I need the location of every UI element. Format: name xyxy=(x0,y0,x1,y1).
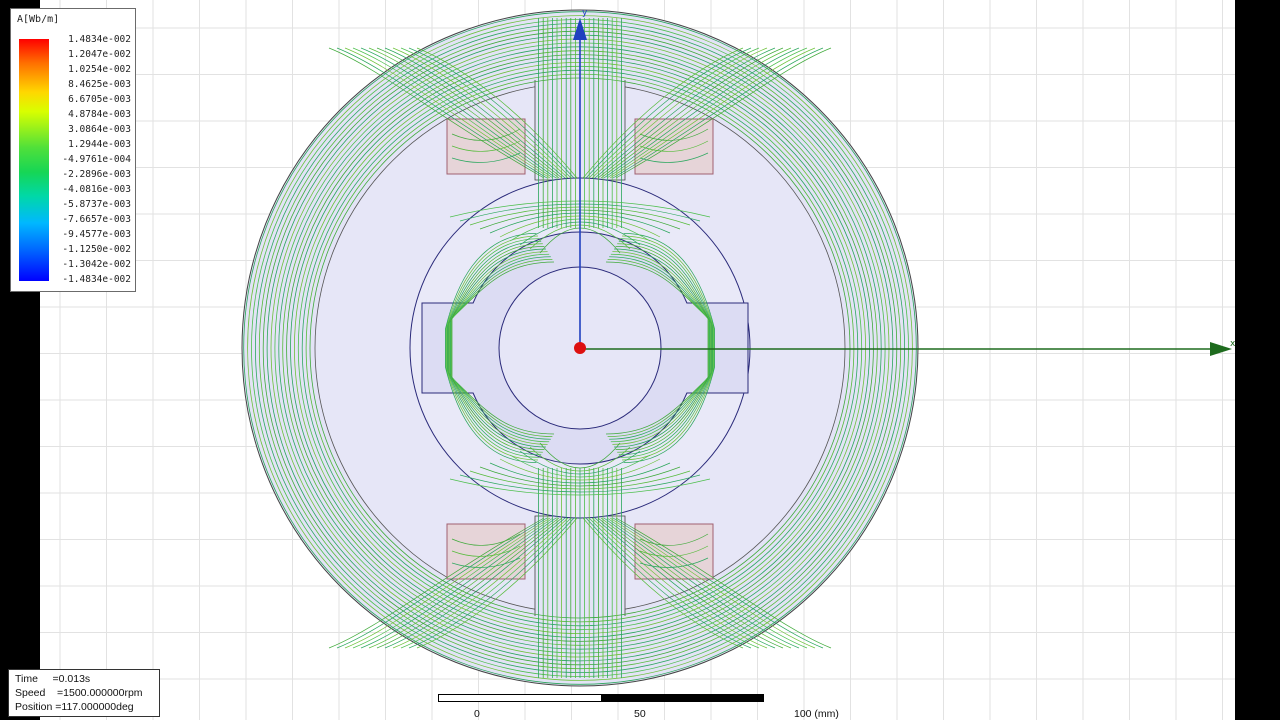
legend-value: -1.3042e-002 xyxy=(62,259,131,270)
status-box: Time =0.013s Speed =1500.000000rpm Posit… xyxy=(8,669,160,717)
coil xyxy=(634,523,714,580)
legend-value: 3.0864e-003 xyxy=(68,124,131,135)
scale-label-100: 100 (mm) xyxy=(794,708,839,720)
scale-label-50: 50 xyxy=(634,708,646,720)
legend-value: -4.9761e-004 xyxy=(62,154,131,165)
legend-value: 1.0254e-002 xyxy=(68,64,131,75)
legend-value: -1.1250e-002 xyxy=(62,244,131,255)
field-plot-viewport[interactable]: x y xyxy=(40,0,1235,720)
legend-value: -1.4834e-002 xyxy=(62,274,131,285)
status-position: Position =117.000000deg xyxy=(15,701,134,713)
scale-bar xyxy=(438,694,764,702)
status-time: Time =0.013s xyxy=(15,673,91,685)
legend-value: 4.8784e-003 xyxy=(68,109,131,120)
legend-value: 6.6705e-003 xyxy=(68,94,131,105)
scale-bar-black-segment xyxy=(601,694,764,702)
legend-value: -7.6657e-003 xyxy=(62,214,131,225)
scale-label-0: 0 xyxy=(474,708,480,720)
legend-value: -9.4577e-003 xyxy=(62,229,131,240)
legend-value: 1.4834e-002 xyxy=(68,34,131,45)
legend-value: 1.2944e-003 xyxy=(68,139,131,150)
coil xyxy=(446,523,526,580)
field-plot-canvas[interactable]: x y xyxy=(40,0,1235,720)
legend-value: -5.8737e-003 xyxy=(62,199,131,210)
legend-value: -2.2896e-003 xyxy=(62,169,131,180)
origin-marker xyxy=(574,342,586,354)
legend-value: -4.0816e-003 xyxy=(62,184,131,195)
legend-title: A[Wb/m] xyxy=(17,14,60,25)
y-axis-label: y xyxy=(582,8,588,18)
legend-color-bar xyxy=(19,39,49,281)
color-legend: A[Wb/m] 1.4834e-002 1.2047e-002 1.0254e-00… xyxy=(10,8,136,292)
scale-bar-white-segment xyxy=(438,694,602,702)
x-axis-label: x xyxy=(1230,339,1235,349)
legend-value: 8.4625e-003 xyxy=(68,79,131,90)
status-speed: Speed =1500.000000rpm xyxy=(15,687,143,699)
legend-value: 1.2047e-002 xyxy=(68,49,131,60)
